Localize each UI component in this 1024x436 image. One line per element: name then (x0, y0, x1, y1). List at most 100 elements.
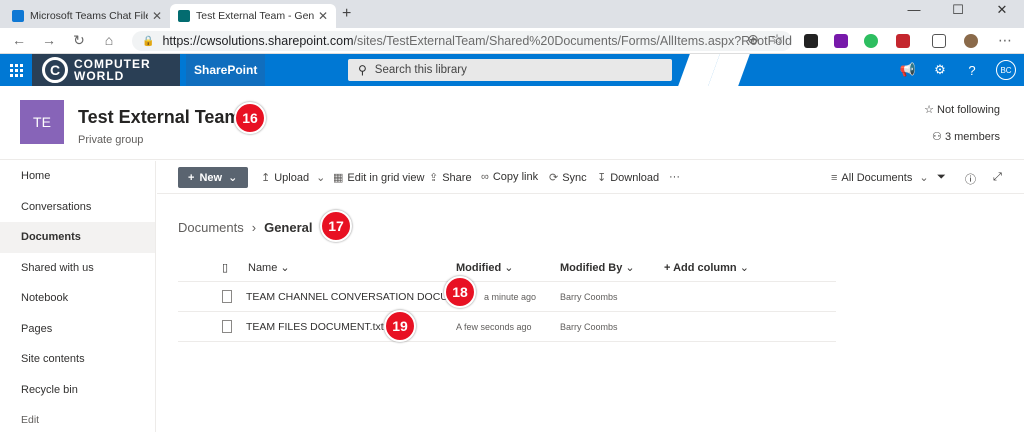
command-bar: + New ⌄ ↥ Upload ⌄ ▦ Edit in grid view ⇪ Sh… (157, 161, 1024, 194)
tab-title: Microsoft Teams Chat Files - One (30, 10, 148, 22)
nav-item-recycle-bin[interactable]: Recycle bin (0, 375, 155, 406)
nav-item-conversations[interactable]: Conversations (0, 192, 155, 223)
close-icon[interactable]: ✕ (318, 9, 328, 23)
grid-icon: ▦ (333, 172, 344, 184)
lock-icon: 🔒 (142, 35, 155, 47)
chevron-down-icon: ⌄ (919, 172, 929, 184)
table-row[interactable]: TEAM CHANNEL CONVERSATION DOCUME... a mi… (178, 282, 836, 312)
nav-item-shared-with-us[interactable]: Shared with us (0, 253, 155, 284)
modified-by-value[interactable]: Barry Coombs (560, 292, 618, 302)
browser-tab-teams-chat-files[interactable]: Microsoft Teams Chat Files - One ✕ (4, 4, 170, 28)
text-file-icon (222, 320, 232, 333)
upload-label: Upload (274, 172, 310, 184)
onenote-icon[interactable] (834, 34, 848, 48)
avatar[interactable]: BC (996, 60, 1016, 80)
browser-tab-strip: Microsoft Teams Chat Files - One ✕ Test … (0, 0, 1024, 28)
nav-item-notebook[interactable]: Notebook (0, 283, 155, 314)
more-commands-button[interactable]: ··· (669, 171, 680, 183)
forward-icon[interactable]: → (38, 32, 60, 48)
organization-logo[interactable]: C COMPUTER WORLD (32, 54, 180, 86)
info-icon[interactable]: ⓘ (965, 171, 976, 187)
refresh-icon[interactable]: ↻ (68, 32, 90, 49)
download-button[interactable]: ↧ Download (597, 171, 659, 184)
chevron-down-icon: ⌄ (504, 262, 514, 274)
follow-label: Not following (937, 104, 1000, 116)
members-label: 3 members (944, 131, 1000, 143)
browser-toolbar: ← → ↻ ⌂ 🔒 https://cwsolutions.sharepoint… (0, 28, 1024, 54)
filter-icon[interactable]: ⏷ (937, 171, 946, 184)
column-header-modified-by[interactable]: Modified By ⌄ (560, 261, 635, 274)
add-column-button[interactable]: + Add column ⌄ (664, 261, 749, 274)
column-header-name[interactable]: Name ⌄ (248, 261, 290, 274)
list-header: ▯ Name ⌄ Modified ⌄ Modified By ⌄ + Add … (178, 254, 836, 282)
app-launcher-icon[interactable] (0, 54, 32, 86)
upload-button[interactable]: ↥ Upload ⌄ (261, 171, 329, 184)
file-type-icon[interactable]: ▯ (222, 261, 228, 274)
site-logo[interactable]: TE (20, 100, 64, 144)
more-icon[interactable]: ⋯ (994, 32, 1016, 49)
window-close-icon[interactable]: ✕ (980, 2, 1024, 18)
callout-badge-16: 16 (234, 102, 266, 134)
nav-item-pages[interactable]: Pages (0, 314, 155, 345)
file-name[interactable]: TEAM FILES DOCUMENT.txt (246, 321, 384, 333)
evernote-icon[interactable] (864, 34, 878, 48)
follow-button[interactable]: ☆ Not following (924, 103, 1000, 116)
gear-icon[interactable]: ⚙ (924, 54, 956, 86)
url-host: https://cwsolutions.sharepoint.com (162, 34, 354, 48)
computerworld-logo-icon: C (42, 57, 68, 83)
text-file-icon (222, 290, 232, 303)
brand-line2: WORLD (74, 69, 125, 83)
profile-icon[interactable] (964, 34, 978, 48)
star-icon: ☆ (924, 104, 934, 116)
search-input[interactable]: ⚲ Search this library (348, 59, 672, 81)
download-label: Download (610, 172, 660, 184)
help-icon[interactable]: ? (956, 54, 988, 86)
table-row[interactable]: TEAM FILES DOCUMENT.txt A few seconds ag… (178, 312, 836, 342)
chevron-right-icon: › (251, 220, 257, 235)
file-name[interactable]: TEAM CHANNEL CONVERSATION DOCUME... (246, 291, 472, 303)
column-header-modified[interactable]: Modified ⌄ (456, 261, 514, 274)
collections-icon[interactable] (932, 34, 946, 48)
nav-edit-link[interactable]: Edit (0, 405, 155, 436)
modified-value: A few seconds ago (456, 322, 532, 332)
modified-by-value[interactable]: Barry Coombs (560, 322, 618, 332)
browser-tab-test-external-team[interactable]: Test External Team - General - All ✕ (170, 4, 336, 28)
members-button[interactable]: ⚇ 3 members (932, 130, 1000, 143)
sharepoint-app-link[interactable]: SharePoint (186, 54, 266, 86)
site-title[interactable]: Test External Team (78, 107, 240, 128)
nav-item-home[interactable]: Home (0, 161, 155, 192)
address-bar[interactable]: 🔒 https://cwsolutions.sharepoint.com /si… (132, 31, 792, 51)
edit-grid-view-button[interactable]: ▦ Edit in grid view (333, 171, 424, 184)
search-icon: ⚲ (358, 63, 367, 77)
extension-icon[interactable] (896, 34, 910, 48)
site-header: TE Test External Team Private group ☆ No… (0, 86, 1024, 160)
extension-icon[interactable] (804, 34, 818, 48)
chevron-down-icon: ⌄ (316, 172, 326, 184)
back-icon[interactable]: ← (8, 32, 30, 48)
new-button[interactable]: + New ⌄ (178, 167, 248, 188)
new-tab-icon[interactable]: + (342, 5, 351, 23)
view-selector[interactable]: ≡ All Documents ⌄ (831, 171, 933, 184)
search-placeholder: Search this library (374, 64, 467, 76)
maximize-icon[interactable]: ☐ (936, 2, 980, 18)
nav-item-documents[interactable]: Documents (0, 222, 155, 253)
minimize-icon[interactable]: — (892, 2, 936, 17)
home-icon[interactable]: ⌂ (98, 32, 120, 48)
favorite-icon[interactable]: ☆ (766, 31, 788, 48)
zoom-icon[interactable]: ⊕ (742, 31, 764, 48)
fullscreen-icon[interactable]: ⤢ (993, 171, 1002, 184)
grid-label: Edit in grid view (347, 172, 425, 184)
sync-label: Sync (562, 172, 587, 184)
chevron-down-icon: ⌄ (625, 262, 635, 274)
sync-button[interactable]: ⟳ Sync (549, 171, 587, 184)
share-label: Share (442, 172, 472, 184)
chevron-down-icon: ⌄ (228, 172, 238, 184)
close-icon[interactable]: ✕ (152, 9, 162, 23)
view-label: All Documents (841, 172, 913, 184)
breadcrumb-documents[interactable]: Documents (178, 220, 244, 235)
share-button[interactable]: ⇪ Share (429, 171, 472, 184)
nav-item-site-contents[interactable]: Site contents (0, 344, 155, 375)
copy-link-button[interactable]: ∞ Copy link (481, 171, 538, 183)
sync-icon: ⟳ (549, 172, 559, 184)
megaphone-icon[interactable]: 📢 (892, 54, 924, 86)
